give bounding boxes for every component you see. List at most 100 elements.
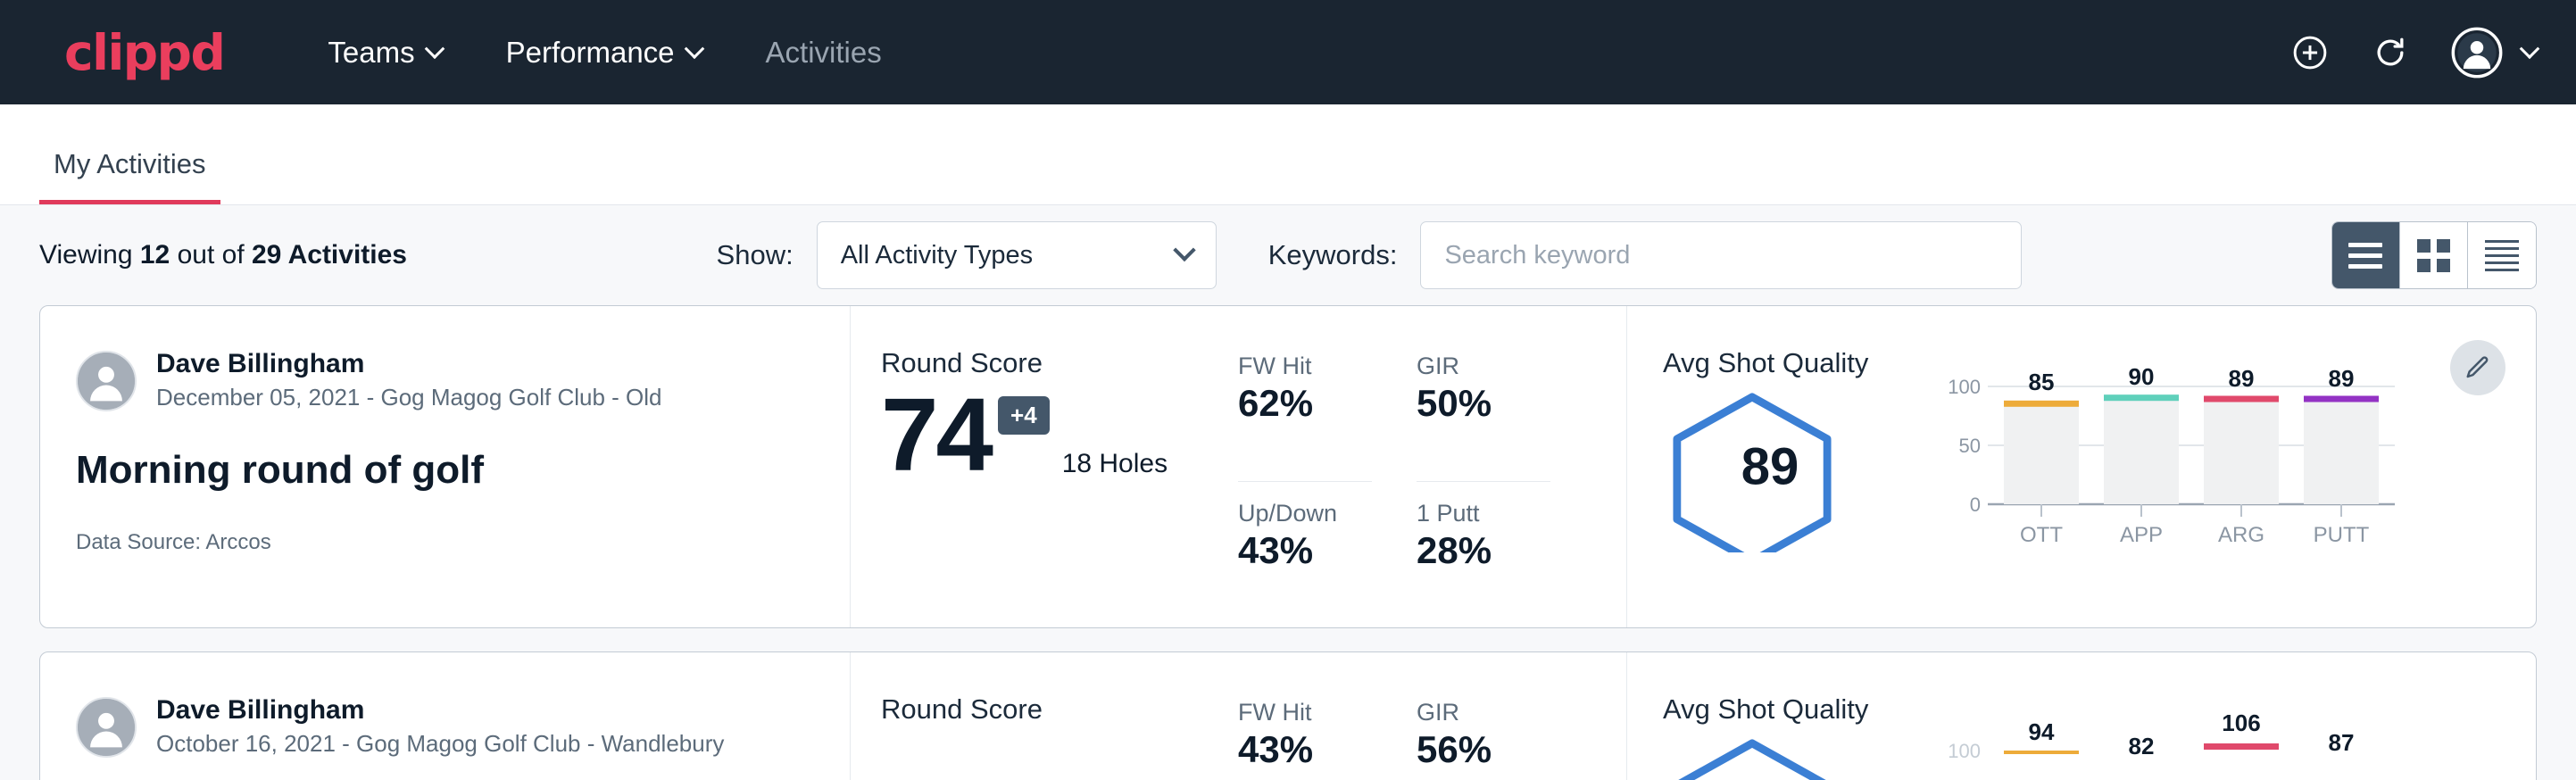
asq-hex-block: Avg Shot Quality 89 — [1663, 347, 1931, 627]
pencil-icon — [2464, 354, 2491, 381]
asq-bar-chart: 100 50 0 85 OTT 90 APP — [1931, 347, 2431, 627]
asq-bar-chart: 100 94 82 106 87 — [1931, 693, 2431, 780]
player-name: Dave Billingham — [156, 347, 662, 381]
bar-label-ott: 94 — [2029, 718, 2055, 745]
bar-app — [2104, 398, 2179, 504]
round-stats: FW Hit 43% GIR 56% — [1238, 699, 1550, 780]
asq-hexagon — [1663, 738, 1877, 780]
view-mode-list-button[interactable] — [2332, 222, 2400, 288]
bar-cap-app — [2104, 394, 2179, 401]
show-label: Show: — [717, 239, 794, 271]
view-mode-grid-button[interactable] — [2400, 222, 2468, 288]
stat-label: FW Hit — [1238, 699, 1372, 726]
grid-view-icon — [2417, 239, 2450, 272]
viewing-count-text: Viewing 12 out of 29 Activities — [39, 240, 407, 270]
keywords-label: Keywords: — [1268, 239, 1398, 271]
viewing-total: 29 Activities — [252, 240, 407, 270]
stat-label: FW Hit — [1238, 353, 1372, 380]
round-score-row: 74 +4 18 Holes — [881, 383, 1238, 486]
round-score-block: Round Score — [881, 693, 1238, 780]
author-text: Dave Billingham October 16, 2021 - Gog M… — [156, 693, 724, 760]
player-name: Dave Billingham — [156, 693, 724, 727]
stat-label: GIR — [1417, 699, 1550, 726]
stat-value: 43% — [1238, 529, 1372, 572]
asq-value: 89 — [1681, 437, 1859, 497]
stat-fw-hit: FW Hit 62% — [1238, 353, 1372, 482]
round-score-label: Round Score — [881, 693, 1238, 726]
tab-bar: My Activities — [0, 104, 2576, 205]
navbar-actions — [2290, 27, 2537, 79]
bar-cap-arg — [2204, 396, 2279, 402]
bar-label-ott: 85 — [2029, 369, 2055, 395]
stat-label: Up/Down — [1238, 500, 1372, 527]
view-mode-compact-button[interactable] — [2468, 222, 2536, 288]
bar-label-putt: 89 — [2329, 365, 2355, 392]
chevron-down-icon — [1173, 239, 1195, 261]
nav-item-teams[interactable]: Teams — [295, 27, 473, 79]
data-source-label: Data Source: Arccos — [76, 530, 814, 555]
asq-label: Avg Shot Quality — [1663, 693, 1931, 726]
tab-my-activities[interactable]: My Activities — [39, 148, 220, 204]
primary-nav: Teams Performance Activities — [295, 27, 913, 79]
asq-label: Avg Shot Quality — [1663, 347, 1931, 379]
user-menu[interactable] — [2451, 27, 2537, 79]
nav-item-performance[interactable]: Performance — [474, 27, 734, 79]
round-score-value: 74 — [881, 383, 991, 486]
stat-value: 43% — [1238, 728, 1372, 771]
activity-title: Morning round of golf — [76, 448, 814, 493]
activity-summary: Dave Billingham December 05, 2021 - Gog … — [40, 306, 851, 627]
avatar-icon — [2451, 27, 2503, 79]
stat-value: 56% — [1417, 728, 1550, 771]
compact-view-icon — [2485, 240, 2519, 271]
nav-item-activities[interactable]: Activities — [734, 27, 914, 79]
refresh-icon[interactable] — [2371, 33, 2410, 72]
bar-cap-ott — [2004, 401, 2079, 407]
stat-label: 1 Putt — [1417, 500, 1550, 527]
score-to-par-badge: +4 — [998, 396, 1050, 435]
plus-circle-icon[interactable] — [2290, 33, 2330, 72]
xlabel-putt: PUTT — [2314, 523, 2370, 547]
ytick-50: 50 — [1959, 435, 1981, 457]
activity-author: Dave Billingham December 05, 2021 - Gog … — [76, 347, 814, 414]
edit-activity-button[interactable] — [2450, 340, 2505, 395]
search-input[interactable] — [1420, 221, 2022, 289]
bar-ott — [2004, 404, 2079, 504]
activity-card[interactable]: Dave Billingham October 16, 2021 - Gog M… — [39, 651, 2537, 780]
bar-arg — [2204, 400, 2279, 505]
bar-cap-arg — [2204, 743, 2279, 750]
activity-meta: October 16, 2021 - Gog Magog Golf Club -… — [156, 727, 724, 761]
avatar — [76, 351, 137, 411]
tab-label: My Activities — [54, 148, 206, 179]
round-score-block: Round Score 74 +4 18 Holes — [881, 347, 1238, 627]
viewing-mid: out of — [178, 240, 245, 270]
bar-label-arg: 89 — [2229, 365, 2255, 392]
stat-label: GIR — [1417, 353, 1550, 380]
activity-author: Dave Billingham October 16, 2021 - Gog M… — [76, 693, 814, 760]
stat-fw-hit: FW Hit 43% — [1238, 699, 1372, 780]
stat-value: 50% — [1417, 382, 1550, 425]
asq-chart-svg: 100 50 0 85 OTT 90 APP — [1931, 365, 2413, 561]
avatar — [76, 697, 137, 758]
stat-one-putt: 1 Putt 28% — [1417, 500, 1550, 628]
bar-label-app: 82 — [2129, 733, 2155, 759]
bar-label-putt: 87 — [2329, 729, 2355, 756]
ytick-0: 0 — [1970, 494, 1981, 516]
avg-shot-quality-section: Avg Shot Quality 100 94 82 1 — [1627, 652, 2536, 780]
filter-controls: Show: All Activity Types Keywords: — [717, 221, 2023, 289]
activity-meta: December 05, 2021 - Gog Magog Golf Club … — [156, 381, 662, 415]
activity-card[interactable]: Dave Billingham December 05, 2021 - Gog … — [39, 305, 2537, 628]
top-navbar: clippd Teams Performance Activities — [0, 0, 2576, 104]
stat-value: 28% — [1417, 529, 1550, 572]
brand-logo[interactable]: clippd — [64, 24, 224, 81]
activity-type-select[interactable]: All Activity Types — [817, 221, 1217, 289]
chevron-down-icon — [684, 38, 704, 59]
bar-putt — [2304, 400, 2379, 505]
view-mode-toggle — [2331, 221, 2537, 289]
round-score-section: Round Score 74 +4 18 Holes FW Hit 62% GI… — [851, 306, 1627, 627]
activity-type-value: All Activity Types — [841, 241, 1033, 270]
asq-hex-block: Avg Shot Quality — [1663, 693, 1931, 780]
ytick-100: 100 — [1948, 740, 1981, 762]
filter-bar: Viewing 12 out of 29 Activities Show: Al… — [0, 205, 2576, 305]
author-text: Dave Billingham December 05, 2021 - Gog … — [156, 347, 662, 414]
asq-chart-svg: 100 94 82 106 87 — [1931, 711, 2413, 780]
